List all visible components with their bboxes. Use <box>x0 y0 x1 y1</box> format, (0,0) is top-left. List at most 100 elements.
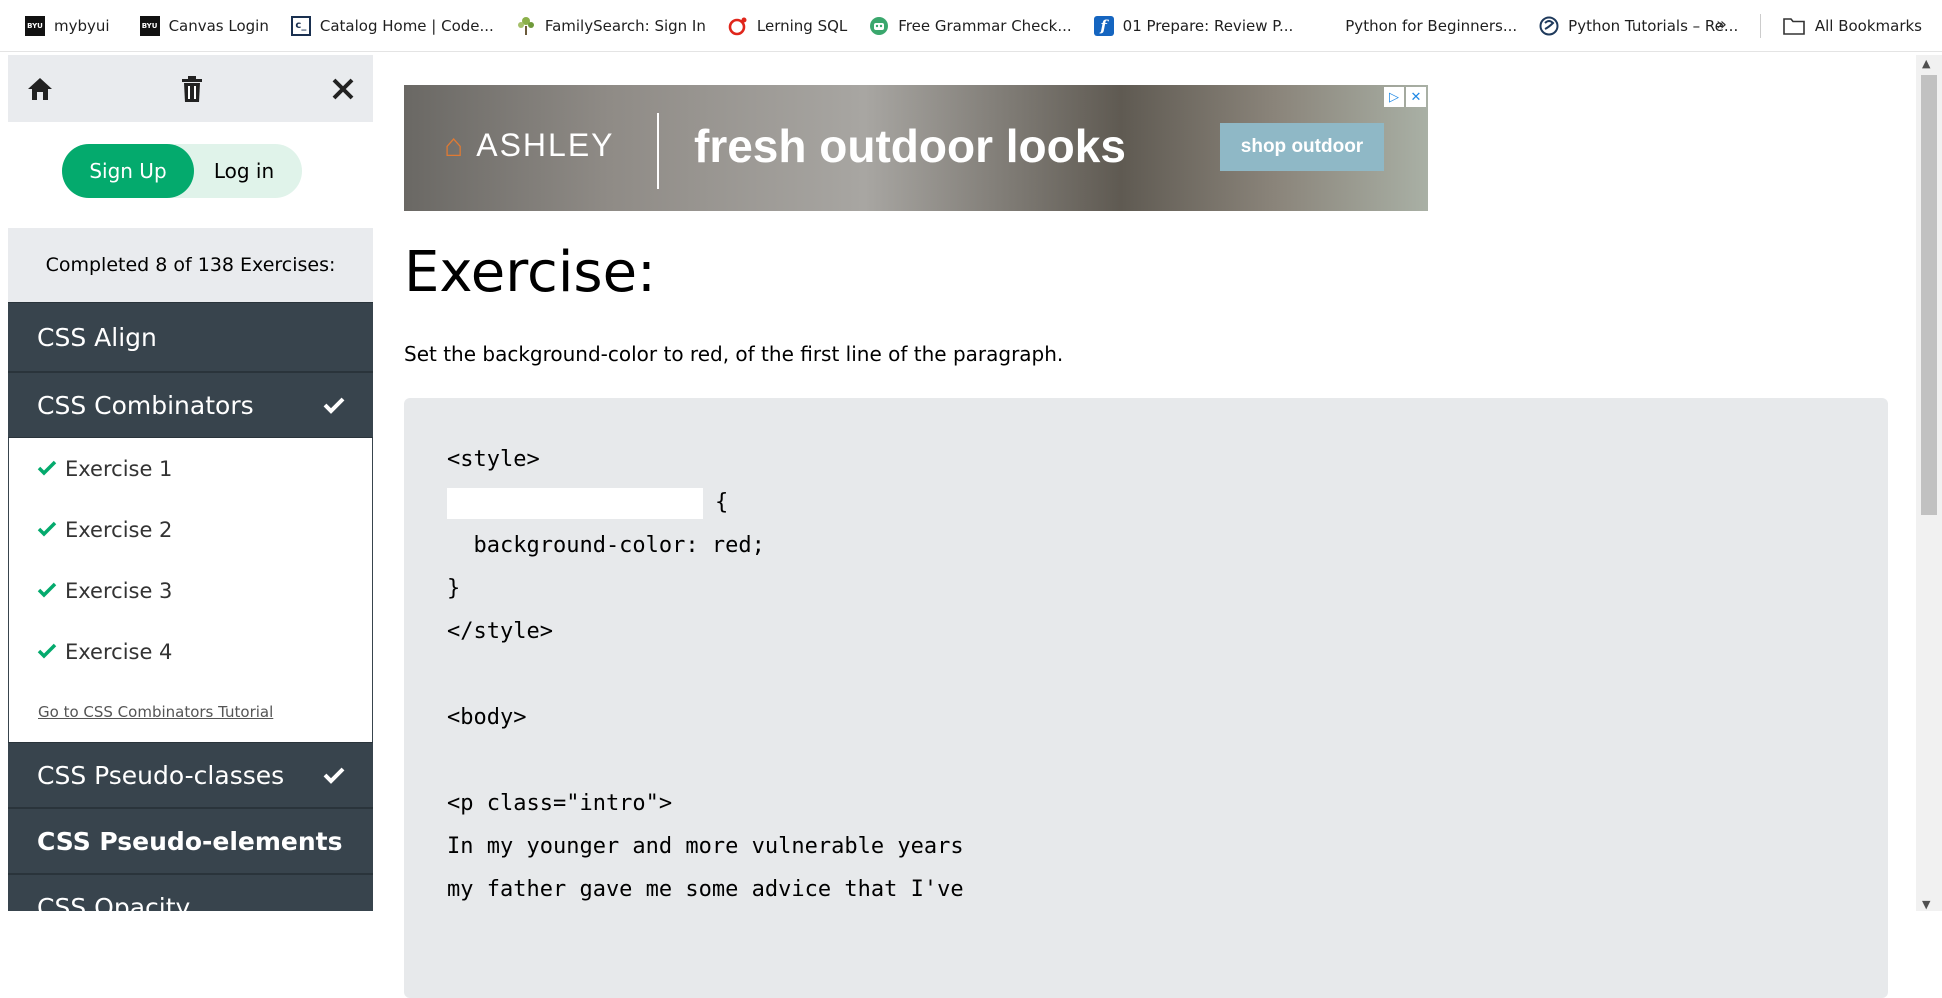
ad-brand-text: ASHLEY <box>476 127 615 163</box>
close-ad-icon[interactable]: ✕ <box>1406 87 1426 107</box>
bookmark-catalog-home[interactable]: c_ Catalog Home | Code... <box>290 15 494 36</box>
answer-input[interactable] <box>447 487 703 519</box>
ad-headline: fresh outdoor looks <box>694 120 1126 172</box>
catalog-icon: c_ <box>290 15 311 36</box>
code-line: <p class="intro"> <box>447 791 673 816</box>
tutorial-link[interactable]: Go to CSS Combinators Tutorial <box>9 682 372 742</box>
byui-logo-icon: BYU <box>139 15 160 36</box>
bookmark-prepare-review[interactable]: f 01 Prepare: Review P... <box>1093 15 1294 36</box>
byui-logo-icon: BYU <box>25 15 45 36</box>
bookmarks-bar: BYU mybyui BYU Canvas Login c_ Catalog H… <box>0 0 1942 52</box>
checkmark-icon <box>323 761 345 790</box>
bookmark-label: Free Grammar Check... <box>898 16 1072 35</box>
folder-icon <box>1783 17 1805 35</box>
trash-icon[interactable] <box>176 73 208 105</box>
robot-icon <box>869 16 889 36</box>
checkmark-icon <box>37 640 57 664</box>
f-logo-icon: f <box>1093 15 1114 36</box>
completion-status: Completed 8 of 138 Exercises: <box>8 228 373 302</box>
bookmark-label: Lerning SQL <box>756 16 848 35</box>
topic-css-pseudo-elements[interactable]: CSS Pseudo-elements <box>8 808 373 874</box>
bookmark-mybyui[interactable]: BYU mybyui <box>25 15 110 36</box>
microsoft-logo-icon <box>1315 15 1336 36</box>
bookmark-lerning-sql[interactable]: Lerning SQL <box>728 16 847 36</box>
ad-choices: ▷ ✕ <box>1384 87 1426 107</box>
oracle-icon <box>728 16 748 36</box>
bookmark-label: Python Tutorials – Re... <box>1568 16 1739 35</box>
auth-area: Sign Up Log in <box>8 122 373 220</box>
topic-label: CSS Opacity <box>37 892 191 912</box>
close-icon[interactable] <box>327 73 359 105</box>
topic-css-opacity[interactable]: CSS Opacity <box>8 874 373 911</box>
ad-brand: ⌂ ASHLEY <box>444 127 615 164</box>
exercise-label: Exercise 2 <box>65 517 173 542</box>
exercise-item[interactable]: Exercise 4 <box>9 621 372 682</box>
code-editor: <style> { background-color: red;} </style>… <box>404 398 1888 998</box>
exercise-label: Exercise 3 <box>65 578 173 603</box>
exercise-item[interactable]: Exercise 1 <box>9 438 372 499</box>
page-title: Exercise: <box>404 240 656 305</box>
bookmark-grammar-check[interactable]: Free Grammar Check... <box>869 16 1072 36</box>
code-line: } <box>447 576 461 601</box>
code-text: { <box>715 490 729 515</box>
adchoices-icon[interactable]: ▷ <box>1384 87 1404 107</box>
checkmark-icon <box>323 391 345 420</box>
scroll-down-icon[interactable]: ▼ <box>1922 898 1930 911</box>
exercise-item[interactable]: Exercise 2 <box>9 499 372 560</box>
sign-up-button[interactable]: Sign Up <box>62 144 194 198</box>
home-icon[interactable] <box>24 73 56 105</box>
bookmark-python-tutorials[interactable]: Python Tutorials – Re... <box>1539 16 1738 36</box>
sidebar-toolbar <box>8 55 373 122</box>
ashley-logo-icon: ⌂ <box>444 127 477 163</box>
bookmark-label: mybyui <box>54 16 110 35</box>
code-line: <body> <box>447 705 527 730</box>
advertisement-banner[interactable]: ⌂ ASHLEY fresh outdoor looks shop outdoo… <box>404 85 1428 211</box>
exercise-label: Exercise 4 <box>65 639 173 664</box>
python-icon <box>1539 16 1559 36</box>
bookmark-python-beginners[interactable]: Python for Beginners... <box>1315 15 1517 36</box>
topic-css-align[interactable]: CSS Align <box>8 302 373 372</box>
code-line: { <box>447 481 964 524</box>
topic-label: CSS Pseudo-classes <box>37 760 285 790</box>
bookmark-familysearch[interactable]: FamilySearch: Sign In <box>516 16 706 36</box>
bookmark-label: FamilySearch: Sign In <box>544 16 706 35</box>
familysearch-tree-icon <box>516 16 536 36</box>
code-line: In my younger and more vulnerable years <box>447 834 964 859</box>
page-scrollbar[interactable]: ▲ ▼ <box>1916 55 1942 911</box>
code-line: </style> <box>447 619 553 644</box>
bookmark-label: 01 Prepare: Review P... <box>1122 16 1294 35</box>
topic-label: CSS Align <box>37 322 157 352</box>
code-block: <style> { background-color: red;} </style>… <box>447 438 964 911</box>
exercise-label: Exercise 1 <box>65 456 173 481</box>
exercise-sidebar: Sign Up Log in Completed 8 of 138 Exerci… <box>8 55 373 911</box>
topic-label: CSS Combinators <box>37 390 254 420</box>
exercise-description: Set the background-color to red, of the … <box>404 342 1064 366</box>
checkmark-icon <box>37 457 57 481</box>
ad-cta-button[interactable]: shop outdoor <box>1220 123 1384 171</box>
auth-toggle: Sign Up Log in <box>62 144 302 198</box>
all-bookmarks-label: All Bookmarks <box>1814 17 1922 35</box>
exercise-item[interactable]: Exercise 3 <box>9 560 372 621</box>
checkmark-icon <box>37 518 57 542</box>
code-line: my father gave me some advice that I've <box>447 877 964 902</box>
code-line: background-color: red; <box>447 533 765 558</box>
scrollbar-thumb[interactable] <box>1921 75 1937 515</box>
bookmark-label: Canvas Login <box>168 16 269 35</box>
bookmark-label: Python for Beginners... <box>1345 16 1518 35</box>
topic-label: CSS Pseudo-elements <box>37 826 343 856</box>
exercise-list: Exercise 1 Exercise 2 Exercise 3 Exercis… <box>8 438 373 742</box>
bookmark-label: Catalog Home | Code... <box>319 16 494 35</box>
code-line: <style> <box>447 447 540 472</box>
scroll-up-icon[interactable]: ▲ <box>1922 57 1930 70</box>
ad-divider <box>657 113 659 189</box>
checkmark-icon <box>37 579 57 603</box>
bookmarks-divider <box>1760 14 1761 38</box>
more-bookmarks-chevron-icon[interactable]: » <box>1716 14 1727 35</box>
topic-css-combinators[interactable]: CSS Combinators <box>8 372 373 438</box>
all-bookmarks-button[interactable]: All Bookmarks <box>1783 0 1922 52</box>
topic-css-pseudo-classes[interactable]: CSS Pseudo-classes <box>8 742 373 808</box>
log-in-button[interactable]: Log in <box>194 144 302 198</box>
bookmark-canvas-login[interactable]: BYU Canvas Login <box>139 15 269 36</box>
